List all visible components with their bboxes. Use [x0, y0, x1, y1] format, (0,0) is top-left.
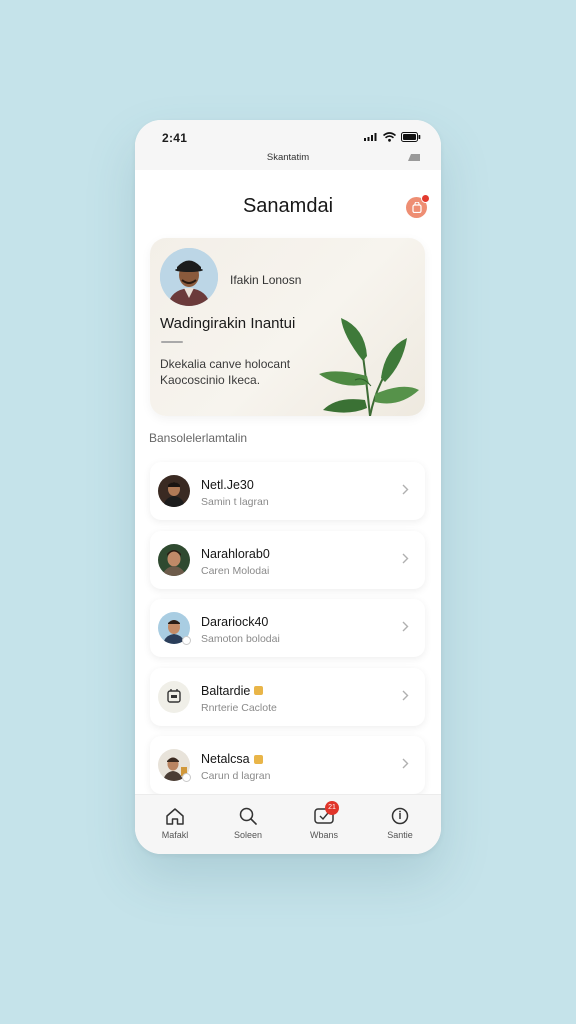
contact-item[interactable]: Baltardie Rnrterie Caclote	[150, 667, 425, 726]
contact-status: Samoton bolodai	[201, 633, 280, 645]
avatar	[158, 680, 190, 713]
contact-name: Darariock40	[201, 615, 268, 629]
home-icon	[145, 805, 205, 827]
profile-card[interactable]: Ifakin Lonosn Wadingirakin Inantui Dkeka…	[150, 238, 425, 416]
chevron-right-icon	[402, 553, 409, 563]
contact-list: Netl.Je30 Samin t lagran Narahlorab0 Car…	[150, 462, 425, 805]
signal-icon	[364, 133, 377, 141]
chevron-right-icon	[402, 690, 409, 700]
status-host-label: Skantatim	[266, 152, 310, 163]
notifications-button[interactable]	[406, 194, 430, 218]
notification-dot	[421, 194, 430, 203]
contact-status: Caren Molodai	[201, 564, 270, 577]
wifi-icon	[383, 132, 396, 142]
contact-name: Netalcsa	[201, 752, 263, 766]
nav-label: Soleen	[233, 830, 263, 840]
profile-avatar[interactable]	[160, 248, 218, 306]
status-time: 2:41	[162, 131, 188, 145]
emoji-icon	[254, 686, 264, 695]
online-indicator	[182, 636, 191, 645]
online-indicator	[182, 773, 191, 782]
battery-icon	[401, 132, 421, 142]
profile-headline: Wadingirakin Inantui	[160, 315, 296, 332]
contact-item[interactable]: Darariock40 Samoton bolodai	[150, 599, 425, 657]
bag-icon	[411, 202, 422, 213]
profile-name: Ifakin Lonosn	[230, 273, 302, 287]
section-label: Bansolelerlamtalin	[149, 431, 248, 445]
divider	[161, 341, 183, 343]
contact-name-text: Darariock40	[201, 615, 269, 629]
message-count-badge: 21	[325, 801, 339, 815]
contact-item[interactable]: Netl.Je30 Samin t lagran	[150, 462, 425, 520]
bottom-nav: Mafakl Soleen 21 Wbans Santie	[135, 794, 441, 854]
info-icon	[370, 805, 430, 827]
status-bar: 2:41 Skantatim	[135, 120, 441, 170]
chat-icon: 21	[294, 801, 354, 827]
nav-label: Santie	[387, 830, 413, 840]
nav-item-info[interactable]: Santie	[370, 805, 430, 840]
contact-name-text: Narahlorab0	[201, 546, 270, 561]
emoji-icon	[253, 754, 263, 764]
contact-status: Samin t lagran	[201, 496, 269, 508]
contact-name-text: Netl.Je30	[201, 478, 254, 492]
nav-item-search[interactable]: Soleen	[218, 805, 278, 840]
chevron-right-icon	[402, 758, 409, 769]
nav-item-messages[interactable]: 21 Wbans	[294, 801, 354, 840]
plant-illustration	[319, 318, 419, 416]
contact-item[interactable]: Netalcsa Carun d lagran	[150, 736, 425, 794]
contact-status: Carun d lagran	[201, 770, 271, 782]
nav-label: Mafakl	[161, 830, 189, 840]
avatar	[158, 543, 190, 576]
nav-label: Wbans	[309, 830, 338, 840]
chevron-right-icon	[402, 484, 409, 495]
contact-status: Rnrterie Caclote	[201, 701, 277, 714]
contact-name: Netl.Je30	[201, 478, 254, 492]
contact-item[interactable]: Narahlorab0 Caren Molodai	[150, 530, 425, 589]
contact-name: Baltardie	[201, 683, 264, 698]
phone-frame: 2:41 Skantatim Sanamdai Ifakin Lonosn Wa…	[135, 120, 441, 854]
avatar	[158, 475, 190, 507]
chevron-right-icon	[402, 621, 409, 632]
profile-description: Dkekalia canve holocant Kaocoscinio Ikec…	[160, 357, 291, 387]
contact-name-text: Netalcsa	[201, 752, 250, 766]
search-icon	[218, 805, 278, 827]
tabs-icon[interactable]	[407, 153, 421, 162]
page-title: Sanamdai	[242, 195, 334, 217]
contact-name-text: Baltardie	[201, 683, 251, 698]
nav-item-home[interactable]: Mafakl	[145, 805, 205, 840]
status-icons	[364, 132, 421, 142]
contact-name: Narahlorab0	[201, 547, 270, 561]
